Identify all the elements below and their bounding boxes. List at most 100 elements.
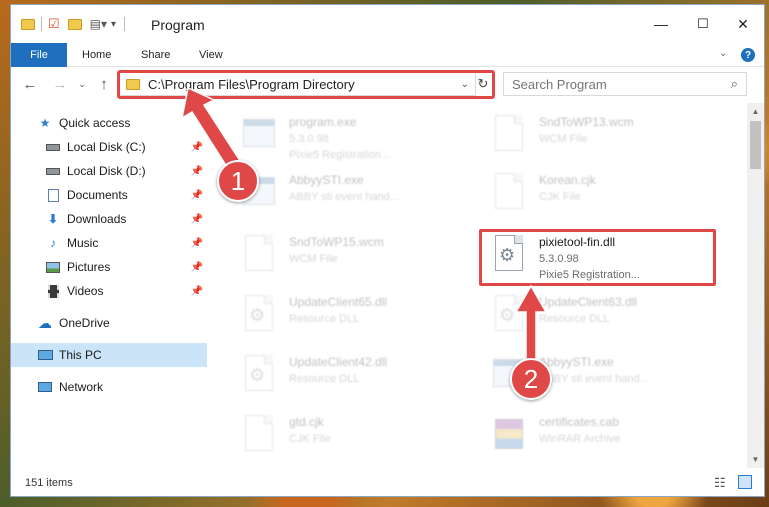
file-item[interactable]: ⚙ UpdateClient63.dll Resource DLL (491, 291, 741, 347)
navigation-pane: ★ Quick access Local Disk (C:) 📌 Local D… (11, 103, 207, 468)
videos-icon (45, 283, 61, 299)
dll-icon: ⚙ (241, 293, 277, 337)
sidebar-item-quick-access[interactable]: ★ Quick access (11, 111, 207, 135)
file-name: SndToWP15.wcm (289, 235, 384, 249)
customize-toolbar-icon[interactable]: ▾ (111, 19, 116, 30)
pin-icon[interactable]: 📌 (191, 262, 203, 273)
search-icon[interactable]: ⌕ (731, 76, 738, 92)
pin-icon[interactable]: 📌 (191, 214, 203, 225)
properties-icon[interactable]: ☑ (48, 16, 60, 32)
sidebar-item-label: Quick access (59, 116, 131, 130)
file-detail: ABBY sti event hand... (539, 373, 649, 385)
quick-access-toolbar: ☑ ▤▾ ▾ (21, 15, 126, 33)
details-view-icon[interactable]: ☷ (714, 475, 726, 491)
file-highlight (479, 229, 716, 286)
scroll-thumb[interactable] (750, 121, 761, 169)
file-detail: WCM File (539, 133, 588, 145)
minimize-button[interactable]: — (641, 11, 681, 37)
file-item[interactable]: ⚙ UpdateClient65.dll Resource DLL (241, 291, 491, 347)
document-icon (491, 113, 527, 157)
sidebar-item-this-pc[interactable]: This PC (11, 343, 207, 367)
up-button[interactable]: ↑ (93, 73, 115, 95)
large-icons-view-icon[interactable] (738, 475, 752, 489)
file-detail: Resource DLL (539, 313, 610, 325)
sidebar-item-documents[interactable]: Documents 📌 (11, 183, 207, 207)
file-item[interactable]: SndToWP13.wcm WCM File (491, 111, 741, 167)
drive-icon (45, 139, 61, 155)
address-highlight (117, 70, 495, 99)
scroll-up-icon[interactable]: ▲ (747, 103, 764, 120)
explorer-window: ☑ ▤▾ ▾ Program — ☐ ✕ File Home Share Vie… (10, 4, 765, 497)
sidebar-item-label: Music (67, 236, 99, 250)
sidebar-item-label: This PC (59, 348, 102, 362)
sidebar-item-label: Pictures (67, 260, 111, 274)
archive-icon (491, 413, 527, 457)
view-options-icon[interactable]: ▤▾ (90, 17, 107, 31)
file-name: UpdateClient63.dll (539, 295, 638, 309)
scroll-down-icon[interactable]: ▼ (747, 451, 764, 468)
file-detail: CJK File (539, 191, 581, 203)
file-item[interactable]: AbbyySTI.exe ABBY sti event hand... (241, 169, 491, 225)
document-icon (241, 233, 277, 277)
file-name: UpdateClient65.dll (289, 295, 388, 309)
file-item[interactable]: program.exe 5.3.0.98 Pixie5 Registration… (241, 111, 491, 167)
vertical-scrollbar[interactable]: ▲ ▼ (747, 103, 764, 468)
drive-icon (45, 163, 61, 179)
file-item[interactable]: SndToWP15.wcm WCM File (241, 231, 491, 287)
sidebar-item-onedrive[interactable]: ☁ OneDrive (11, 311, 207, 335)
file-detail: CJK File (289, 433, 331, 445)
sidebar-item-local-disk-c[interactable]: Local Disk (C:) 📌 (11, 135, 207, 159)
sidebar-item-local-disk-d[interactable]: Local Disk (D:) 📌 (11, 159, 207, 183)
dll-icon: ⚙ (241, 353, 277, 397)
sidebar-item-label: OneDrive (59, 316, 110, 330)
pin-icon[interactable]: 📌 (191, 166, 203, 177)
expand-ribbon-icon[interactable]: ⌄ (719, 48, 727, 59)
sidebar-item-network[interactable]: Network (11, 375, 207, 399)
sidebar-item-music[interactable]: ♪ Music 📌 (11, 231, 207, 255)
back-button[interactable]: ← (19, 73, 41, 95)
file-name: SndToWP13.wcm (539, 115, 634, 129)
file-name: AbbyySTI.exe (539, 355, 614, 369)
close-button[interactable]: ✕ (723, 11, 763, 37)
computer-icon (37, 347, 53, 363)
star-icon: ★ (39, 116, 51, 130)
file-item[interactable]: gtd.cjk CJK File (241, 411, 491, 467)
pin-icon[interactable]: 📌 (191, 190, 203, 201)
folder-icon (21, 18, 35, 30)
search-box[interactable]: ⌕ (503, 72, 747, 96)
file-name: gtd.cjk (289, 415, 324, 429)
recent-locations-button[interactable]: ⌄ (71, 73, 93, 95)
step-2-badge: 2 (510, 358, 552, 400)
file-detail: Resource DLL (289, 313, 360, 325)
divider (41, 17, 42, 31)
dll-icon: ⚙ (491, 293, 527, 337)
help-icon[interactable]: ? (741, 48, 755, 62)
download-icon: ⬇ (47, 212, 59, 226)
search-input[interactable] (512, 76, 712, 92)
new-folder-icon[interactable] (67, 18, 82, 30)
tab-home[interactable]: Home (71, 43, 122, 67)
step-1-badge: 1 (217, 160, 259, 202)
file-detail: ABBY sti event hand... (289, 191, 399, 203)
window-title: Program (151, 17, 205, 33)
address-row: ← → ⌄ ↑ C:\Program Files\Program Directo… (11, 67, 764, 103)
sidebar-item-videos[interactable]: Videos 📌 (11, 279, 207, 303)
tab-share[interactable]: Share (130, 43, 181, 67)
file-item[interactable]: ⚙ UpdateClient42.dll Resource DLL (241, 351, 491, 407)
document-icon (241, 413, 277, 457)
sidebar-item-downloads[interactable]: ⬇ Downloads 📌 (11, 207, 207, 231)
maximize-button[interactable]: ☐ (683, 11, 723, 37)
file-name: certificates.cab (539, 415, 620, 429)
divider (124, 17, 126, 31)
sidebar-item-label: Documents (67, 188, 128, 202)
file-detail: 5.3.0.98 (289, 133, 329, 145)
file-item[interactable]: certificates.cab WinRAR Archive (491, 411, 741, 467)
file-item[interactable]: Korean.cjk CJK File (491, 169, 741, 225)
pin-icon[interactable]: 📌 (191, 238, 203, 249)
forward-button[interactable]: → (49, 73, 71, 95)
ribbon: File Home Share View ⌄ ? (11, 43, 764, 99)
pin-icon[interactable]: 📌 (191, 286, 203, 297)
pin-icon[interactable]: 📌 (191, 142, 203, 153)
tab-view[interactable]: View (188, 43, 234, 67)
sidebar-item-pictures[interactable]: Pictures 📌 (11, 255, 207, 279)
